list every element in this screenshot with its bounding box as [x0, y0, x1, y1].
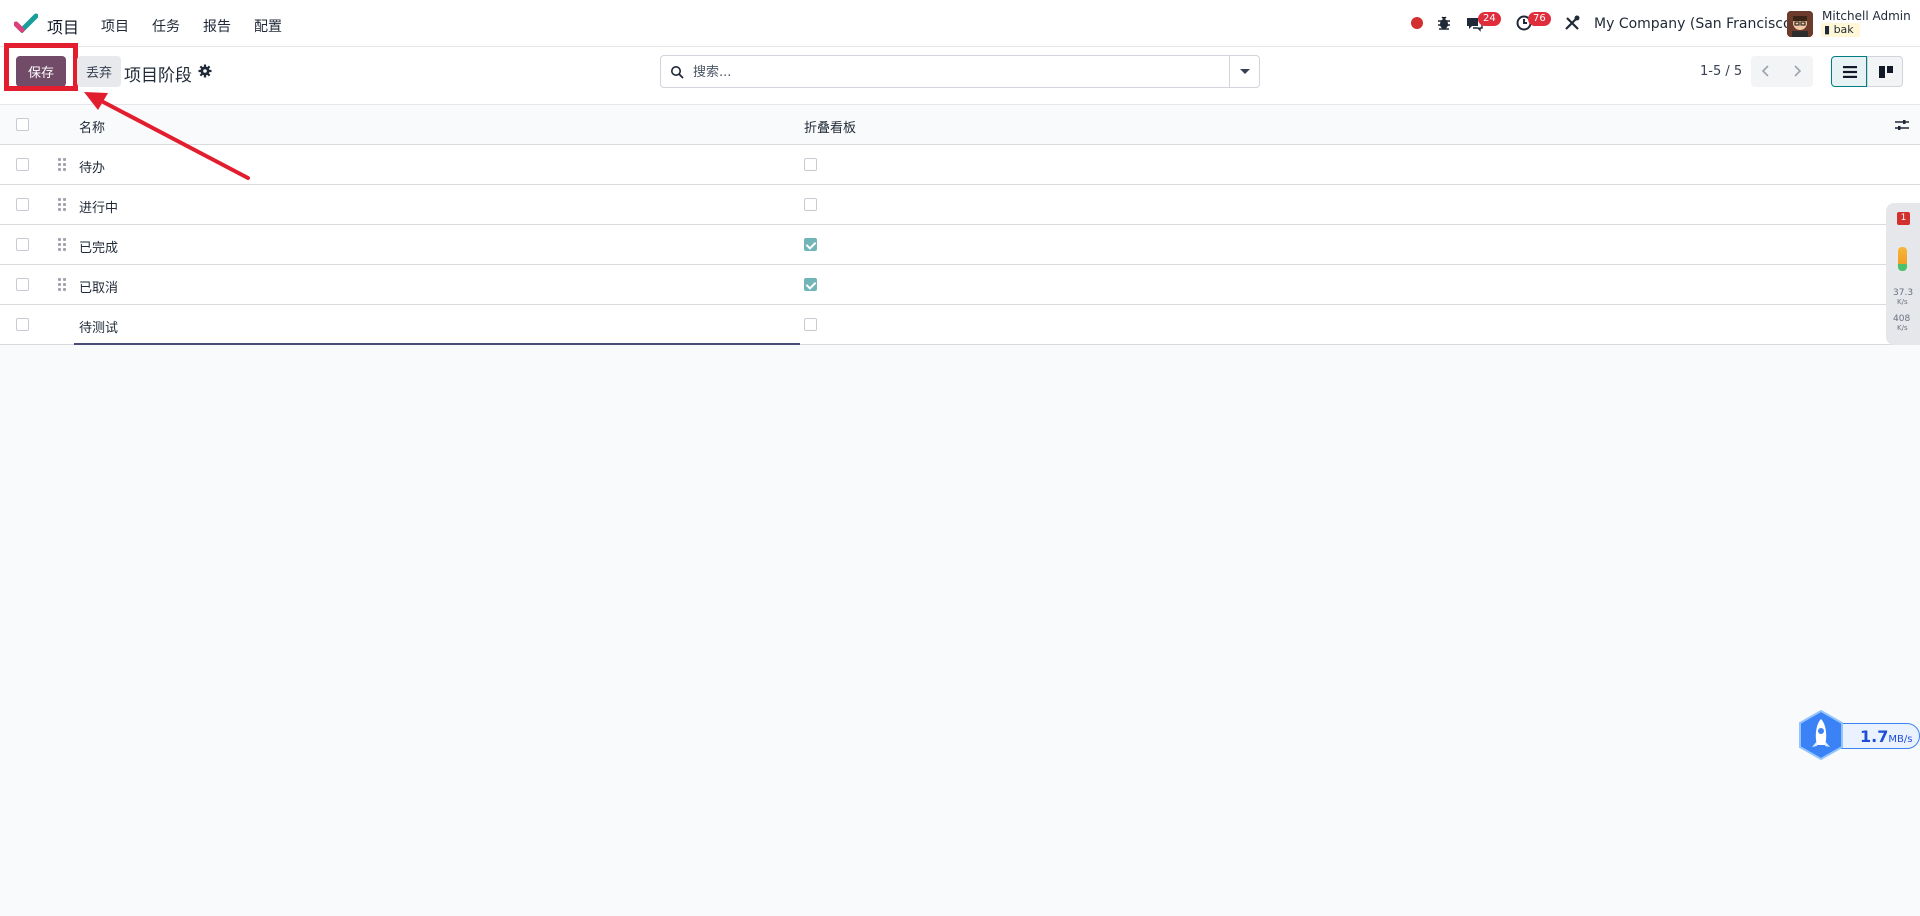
fold-checkbox[interactable] — [804, 278, 817, 291]
column-header-name[interactable]: 名称 — [79, 117, 105, 136]
download-speed: 408 — [1893, 314, 1911, 324]
gear-icon[interactable] — [198, 64, 212, 78]
table-header: 名称 折叠看板 — [0, 105, 1920, 145]
table-row[interactable]: 已完成 — [0, 225, 1920, 265]
app-name[interactable]: 项目 — [47, 14, 79, 38]
project-app-logo-icon[interactable] — [14, 13, 38, 33]
usage-bar-icon — [1898, 247, 1907, 271]
stage-name[interactable]: 进行中 — [79, 197, 118, 216]
activity-badge: 76 — [1528, 12, 1551, 26]
search-options-toggle[interactable] — [1229, 56, 1259, 87]
company-switcher[interactable]: My Company (San Francisco) — [1594, 16, 1797, 32]
notification-badge: 1 — [1897, 212, 1910, 225]
recording-dot-icon[interactable] — [1411, 17, 1423, 29]
drag-handle-icon[interactable] — [58, 158, 66, 171]
row-select-checkbox[interactable] — [16, 238, 29, 251]
upload-speed: 37.3 — [1893, 288, 1914, 298]
user-name[interactable]: Mitchell Admin — [1822, 9, 1911, 23]
pager-value[interactable]: 1-5 / 5 — [1700, 64, 1742, 79]
fold-checkbox[interactable] — [804, 198, 817, 211]
database-icon: ▮ — [1824, 23, 1831, 36]
table-row[interactable]: 进行中 — [0, 185, 1920, 225]
stages-table: 名称 折叠看板 待办 进行中 已完成 已取消 待测试 — [0, 105, 1920, 345]
kanban-view-button[interactable] — [1867, 56, 1903, 87]
row-select-checkbox[interactable] — [16, 278, 29, 291]
menu-item-projects[interactable]: 项目 — [101, 16, 129, 36]
fold-checkbox[interactable] — [804, 238, 817, 251]
stage-name-input[interactable]: 待测试 — [79, 317, 118, 336]
search-input[interactable] — [693, 62, 1213, 82]
table-row[interactable]: 已取消 — [0, 265, 1920, 305]
drag-handle-icon[interactable] — [58, 238, 66, 251]
stage-name[interactable]: 已完成 — [79, 237, 118, 256]
kanban-view-icon — [1879, 66, 1893, 78]
page-title: 项目阶段 — [124, 66, 192, 86]
net-speed-unit: MB/s — [1888, 734, 1913, 745]
download-speed-unit: K/s — [1897, 324, 1908, 332]
pager-previous-button[interactable] — [1751, 56, 1782, 87]
stage-name[interactable]: 已取消 — [79, 277, 118, 296]
search-icon — [671, 66, 684, 79]
upload-speed-unit: K/s — [1897, 298, 1908, 306]
table-row-editing[interactable]: 待测试 — [0, 305, 1920, 345]
list-view-icon — [1843, 66, 1857, 78]
network-monitor-widget[interactable]: 1 37.3 K/s 408 K/s — [1886, 203, 1920, 345]
list-view-button[interactable] — [1831, 56, 1867, 87]
stage-name[interactable]: 待办 — [79, 157, 105, 176]
row-select-checkbox[interactable] — [16, 158, 29, 171]
column-settings-icon[interactable] — [1895, 119, 1909, 131]
net-speed-readout: 1.7MB/s — [1860, 727, 1912, 746]
tools-icon[interactable] — [1562, 13, 1582, 33]
table-row[interactable]: 待办 — [0, 145, 1920, 185]
speed-booster-widget[interactable]: 1.7MB/s — [1796, 707, 1920, 763]
user-avatar-icon — [1787, 11, 1813, 37]
fold-checkbox[interactable] — [804, 318, 817, 331]
save-highlight-box — [4, 43, 78, 91]
row-select-checkbox[interactable] — [16, 198, 29, 211]
net-speed-value: 1.7 — [1860, 727, 1889, 746]
select-all-checkbox[interactable] — [16, 118, 29, 131]
top-navbar: 项目 项目 任务 报告 配置 24 76 My Company (San Fra… — [0, 0, 1920, 47]
menu-item-configuration[interactable]: 配置 — [254, 16, 282, 36]
pager-next-button[interactable] — [1782, 56, 1813, 87]
bug-icon[interactable] — [1434, 13, 1454, 33]
database-tag: ▮ bak — [1821, 23, 1860, 37]
user-avatar[interactable] — [1787, 11, 1813, 37]
chevron-right-icon — [1794, 65, 1802, 77]
drag-handle-icon[interactable] — [58, 198, 66, 211]
main-menu: 项目 任务 报告 配置 — [101, 16, 305, 36]
menu-item-tasks[interactable]: 任务 — [152, 16, 180, 36]
search-bar — [660, 55, 1260, 88]
drag-handle-icon[interactable] — [58, 278, 66, 291]
rocket-icon — [1799, 709, 1843, 761]
row-select-checkbox[interactable] — [16, 318, 29, 331]
messages-badge: 24 — [1478, 12, 1501, 26]
column-header-fold[interactable]: 折叠看板 — [804, 117, 856, 136]
database-name: bak — [1833, 23, 1854, 36]
chevron-left-icon — [1761, 65, 1769, 77]
menu-item-reporting[interactable]: 报告 — [203, 16, 231, 36]
discard-button[interactable]: 丢弃 — [77, 56, 121, 87]
edit-field-underline — [74, 343, 800, 345]
fold-checkbox[interactable] — [804, 158, 817, 171]
